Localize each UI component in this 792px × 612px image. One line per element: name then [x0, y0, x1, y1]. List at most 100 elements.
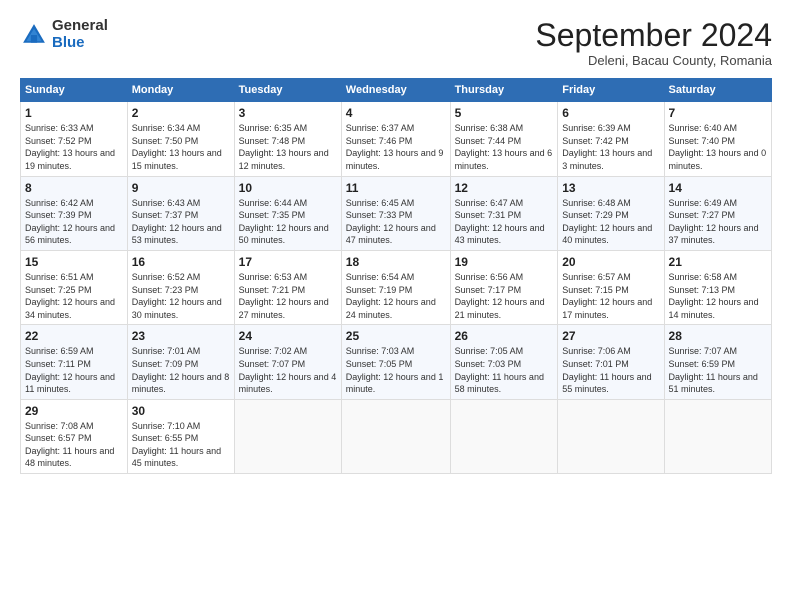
header-friday: Friday [558, 79, 664, 102]
day-info: Sunrise: 7:01 AM Sunset: 7:09 PM Dayligh… [132, 345, 230, 395]
table-row: 4 Sunrise: 6:37 AM Sunset: 7:46 PM Dayli… [341, 102, 450, 176]
table-row: 11 Sunrise: 6:45 AM Sunset: 7:33 PM Dayl… [341, 176, 450, 250]
table-row: 30 Sunrise: 7:10 AM Sunset: 6:55 PM Dayl… [127, 399, 234, 473]
day-number: 8 [25, 181, 123, 195]
day-info: Sunrise: 6:49 AM Sunset: 7:27 PM Dayligh… [669, 197, 767, 247]
day-number: 6 [562, 106, 659, 120]
day-info: Sunrise: 6:38 AM Sunset: 7:44 PM Dayligh… [455, 122, 554, 172]
day-number: 11 [346, 181, 446, 195]
day-info: Sunrise: 6:39 AM Sunset: 7:42 PM Dayligh… [562, 122, 659, 172]
day-number: 17 [239, 255, 337, 269]
header-tuesday: Tuesday [234, 79, 341, 102]
logo: General Blue [20, 18, 108, 51]
table-row: 3 Sunrise: 6:35 AM Sunset: 7:48 PM Dayli… [234, 102, 341, 176]
header-saturday: Saturday [664, 79, 771, 102]
day-info: Sunrise: 6:53 AM Sunset: 7:21 PM Dayligh… [239, 271, 337, 321]
day-info: Sunrise: 7:08 AM Sunset: 6:57 PM Dayligh… [25, 420, 123, 470]
day-info: Sunrise: 7:05 AM Sunset: 7:03 PM Dayligh… [455, 345, 554, 395]
table-row: 9 Sunrise: 6:43 AM Sunset: 7:37 PM Dayli… [127, 176, 234, 250]
day-number: 30 [132, 404, 230, 418]
table-row: 14 Sunrise: 6:49 AM Sunset: 7:27 PM Dayl… [664, 176, 771, 250]
day-info: Sunrise: 6:47 AM Sunset: 7:31 PM Dayligh… [455, 197, 554, 247]
header-sunday: Sunday [21, 79, 128, 102]
table-row: 25 Sunrise: 7:03 AM Sunset: 7:05 PM Dayl… [341, 325, 450, 399]
table-row: 21 Sunrise: 6:58 AM Sunset: 7:13 PM Dayl… [664, 250, 771, 324]
day-info: Sunrise: 6:51 AM Sunset: 7:25 PM Dayligh… [25, 271, 123, 321]
day-info: Sunrise: 6:35 AM Sunset: 7:48 PM Dayligh… [239, 122, 337, 172]
day-info: Sunrise: 6:56 AM Sunset: 7:17 PM Dayligh… [455, 271, 554, 321]
day-info: Sunrise: 7:07 AM Sunset: 6:59 PM Dayligh… [669, 345, 767, 395]
day-number: 13 [562, 181, 659, 195]
table-row: 22 Sunrise: 6:59 AM Sunset: 7:11 PM Dayl… [21, 325, 128, 399]
header-thursday: Thursday [450, 79, 558, 102]
table-row: 2 Sunrise: 6:34 AM Sunset: 7:50 PM Dayli… [127, 102, 234, 176]
header-monday: Monday [127, 79, 234, 102]
day-number: 5 [455, 106, 554, 120]
day-number: 2 [132, 106, 230, 120]
day-number: 7 [669, 106, 767, 120]
table-row: 20 Sunrise: 6:57 AM Sunset: 7:15 PM Dayl… [558, 250, 664, 324]
day-info: Sunrise: 6:54 AM Sunset: 7:19 PM Dayligh… [346, 271, 446, 321]
table-row: 19 Sunrise: 6:56 AM Sunset: 7:17 PM Dayl… [450, 250, 558, 324]
calendar-table: Sunday Monday Tuesday Wednesday Thursday… [20, 78, 772, 474]
table-row: 16 Sunrise: 6:52 AM Sunset: 7:23 PM Dayl… [127, 250, 234, 324]
day-info: Sunrise: 6:37 AM Sunset: 7:46 PM Dayligh… [346, 122, 446, 172]
logo-icon [20, 21, 48, 49]
table-row: 15 Sunrise: 6:51 AM Sunset: 7:25 PM Dayl… [21, 250, 128, 324]
day-number: 15 [25, 255, 123, 269]
table-row [664, 399, 771, 473]
day-number: 18 [346, 255, 446, 269]
day-info: Sunrise: 7:03 AM Sunset: 7:05 PM Dayligh… [346, 345, 446, 395]
logo-text: General Blue [52, 18, 108, 51]
day-info: Sunrise: 6:48 AM Sunset: 7:29 PM Dayligh… [562, 197, 659, 247]
day-number: 21 [669, 255, 767, 269]
day-info: Sunrise: 6:59 AM Sunset: 7:11 PM Dayligh… [25, 345, 123, 395]
calendar-header-row: Sunday Monday Tuesday Wednesday Thursday… [21, 79, 772, 102]
day-info: Sunrise: 6:40 AM Sunset: 7:40 PM Dayligh… [669, 122, 767, 172]
day-info: Sunrise: 7:06 AM Sunset: 7:01 PM Dayligh… [562, 345, 659, 395]
page: General Blue September 2024 Deleni, Baca… [0, 0, 792, 612]
day-number: 19 [455, 255, 554, 269]
logo-general: General [52, 18, 108, 35]
table-row [450, 399, 558, 473]
table-row: 26 Sunrise: 7:05 AM Sunset: 7:03 PM Dayl… [450, 325, 558, 399]
table-row: 13 Sunrise: 6:48 AM Sunset: 7:29 PM Dayl… [558, 176, 664, 250]
table-row: 6 Sunrise: 6:39 AM Sunset: 7:42 PM Dayli… [558, 102, 664, 176]
table-row: 18 Sunrise: 6:54 AM Sunset: 7:19 PM Dayl… [341, 250, 450, 324]
day-number: 23 [132, 329, 230, 343]
table-row: 8 Sunrise: 6:42 AM Sunset: 7:39 PM Dayli… [21, 176, 128, 250]
day-info: Sunrise: 6:44 AM Sunset: 7:35 PM Dayligh… [239, 197, 337, 247]
table-row [341, 399, 450, 473]
day-info: Sunrise: 7:02 AM Sunset: 7:07 PM Dayligh… [239, 345, 337, 395]
table-row: 23 Sunrise: 7:01 AM Sunset: 7:09 PM Dayl… [127, 325, 234, 399]
day-info: Sunrise: 6:57 AM Sunset: 7:15 PM Dayligh… [562, 271, 659, 321]
day-number: 22 [25, 329, 123, 343]
table-row: 12 Sunrise: 6:47 AM Sunset: 7:31 PM Dayl… [450, 176, 558, 250]
day-info: Sunrise: 6:42 AM Sunset: 7:39 PM Dayligh… [25, 197, 123, 247]
table-row: 28 Sunrise: 7:07 AM Sunset: 6:59 PM Dayl… [664, 325, 771, 399]
header-wednesday: Wednesday [341, 79, 450, 102]
title-block: September 2024 Deleni, Bacau County, Rom… [535, 18, 772, 68]
table-row: 24 Sunrise: 7:02 AM Sunset: 7:07 PM Dayl… [234, 325, 341, 399]
day-number: 27 [562, 329, 659, 343]
day-number: 14 [669, 181, 767, 195]
day-info: Sunrise: 6:33 AM Sunset: 7:52 PM Dayligh… [25, 122, 123, 172]
table-row: 1 Sunrise: 6:33 AM Sunset: 7:52 PM Dayli… [21, 102, 128, 176]
table-row: 29 Sunrise: 7:08 AM Sunset: 6:57 PM Dayl… [21, 399, 128, 473]
day-info: Sunrise: 6:52 AM Sunset: 7:23 PM Dayligh… [132, 271, 230, 321]
day-number: 20 [562, 255, 659, 269]
day-number: 12 [455, 181, 554, 195]
day-info: Sunrise: 7:10 AM Sunset: 6:55 PM Dayligh… [132, 420, 230, 470]
day-number: 29 [25, 404, 123, 418]
header: General Blue September 2024 Deleni, Baca… [20, 18, 772, 68]
day-info: Sunrise: 6:43 AM Sunset: 7:37 PM Dayligh… [132, 197, 230, 247]
day-info: Sunrise: 6:45 AM Sunset: 7:33 PM Dayligh… [346, 197, 446, 247]
day-number: 10 [239, 181, 337, 195]
table-row: 7 Sunrise: 6:40 AM Sunset: 7:40 PM Dayli… [664, 102, 771, 176]
day-number: 4 [346, 106, 446, 120]
logo-blue: Blue [52, 35, 108, 52]
day-number: 1 [25, 106, 123, 120]
day-number: 28 [669, 329, 767, 343]
table-row [558, 399, 664, 473]
day-number: 16 [132, 255, 230, 269]
